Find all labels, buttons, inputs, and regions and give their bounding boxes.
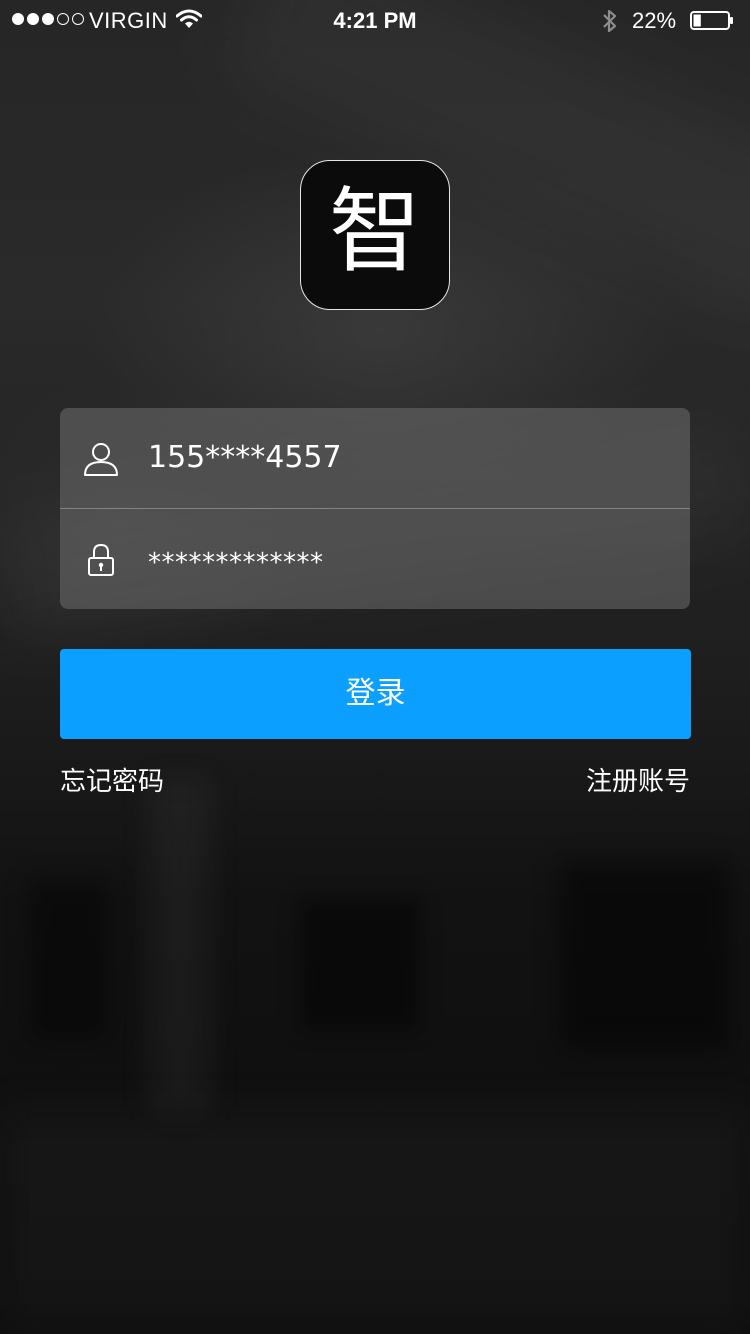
background-window	[560, 860, 730, 1050]
status-bar: VIRGIN 4:21 PM 22%	[0, 0, 750, 40]
login-screen: VIRGIN 4:21 PM 22% 智 155****4557 *******…	[0, 0, 750, 1334]
background-pillar	[150, 780, 210, 1110]
lock-icon	[88, 543, 114, 576]
username-value: 155****4557	[148, 440, 342, 475]
login-button[interactable]: 登录	[60, 649, 691, 739]
background-window	[300, 900, 420, 1030]
password-field[interactable]: *************	[60, 509, 690, 609]
background-floor	[0, 1110, 750, 1334]
register-account-link[interactable]: 注册账号	[586, 764, 690, 800]
app-logo: 智	[300, 160, 450, 310]
battery-icon	[690, 11, 733, 30]
username-field[interactable]: 155****4557	[60, 408, 690, 508]
battery-percentage: 22%	[632, 8, 677, 33]
forgot-password-link[interactable]: 忘记密码	[60, 764, 164, 800]
password-value: *************	[148, 548, 324, 578]
login-form: 155****4557 *************	[60, 408, 690, 609]
app-logo-glyph: 智	[328, 178, 421, 285]
user-icon	[84, 443, 118, 476]
bluetooth-icon	[603, 9, 617, 33]
background-window	[30, 880, 110, 1040]
